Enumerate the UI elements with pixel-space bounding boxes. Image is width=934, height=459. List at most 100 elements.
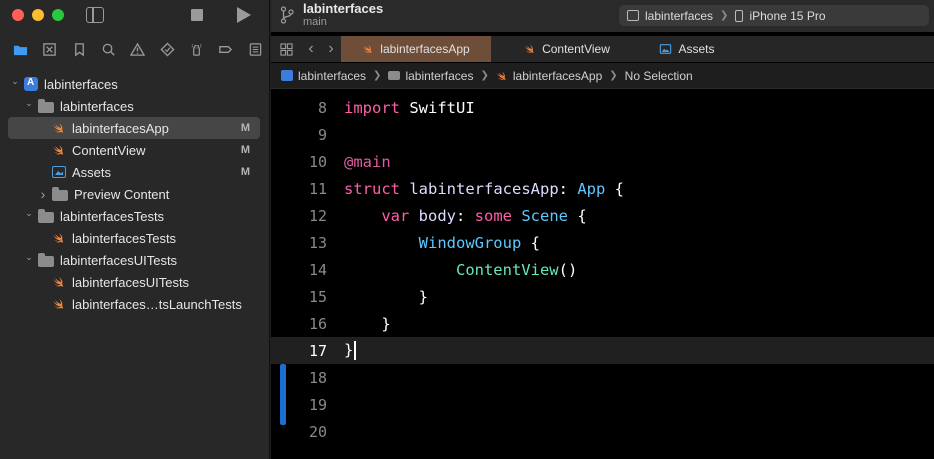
navigator-tab-bar — [0, 38, 270, 60]
swift-file-icon — [52, 143, 66, 157]
tree-item[interactable]: ⌄ labinterfaces — [0, 73, 270, 95]
line-number: 20 — [308, 422, 327, 441]
line-number: 8 — [317, 98, 327, 117]
source-control-status-badge: M — [240, 166, 250, 178]
breadcrumb-file[interactable]: labinterfacesApp — [513, 69, 602, 83]
sidebar-toggle-icon[interactable] — [86, 7, 104, 23]
debug-navigator-tab[interactable] — [182, 38, 211, 60]
tree-item-label: labinterfaces — [44, 76, 118, 92]
chevron-right-icon[interactable]: › — [38, 186, 48, 202]
tab-assets[interactable]: Assets — [643, 36, 731, 62]
window-titlebar-right: labinterfaces main labinterfaces ❯ iPhon… — [271, 0, 934, 32]
chevron-down-icon[interactable]: ⌄ — [24, 98, 34, 109]
code-line[interactable]: 18 — [271, 364, 934, 391]
magnifier-icon — [102, 43, 115, 56]
breadcrumb-group[interactable]: labinterfaces — [405, 69, 473, 83]
code-line[interactable]: 9 — [271, 121, 934, 148]
test-navigator-tab[interactable] — [153, 38, 182, 60]
chevron-down-icon[interactable]: ⌄ — [24, 208, 34, 219]
project-navigator-tab[interactable] — [6, 38, 35, 60]
tree-item[interactable]: labinterfacesUITests — [0, 271, 270, 293]
tree-item[interactable]: labinterfacesTests — [0, 227, 270, 249]
tree-item[interactable]: › Preview Content — [0, 183, 270, 205]
chevron-down-icon[interactable]: ⌄ — [24, 252, 34, 263]
find-navigator-tab[interactable] — [94, 38, 123, 60]
line-number: 12 — [308, 206, 327, 225]
tab-labinterfacesapp[interactable]: labinterfacesApp — [341, 36, 491, 62]
swift-file-icon — [524, 44, 534, 54]
code-line[interactable]: 12 var body: some Scene { — [271, 202, 934, 229]
tab-label: labinterfacesApp — [380, 42, 470, 56]
line-number: 17 — [308, 341, 327, 360]
code-line[interactable]: 10 @main — [271, 148, 934, 175]
tree-item[interactable]: ⌄ labinterfacesUITests — [0, 249, 270, 271]
window-branch-name[interactable]: main — [303, 16, 327, 28]
code-line[interactable]: 17} — [271, 337, 934, 364]
code-line[interactable]: 13 WindowGroup { — [271, 229, 934, 256]
tab-label: Assets — [678, 42, 715, 56]
source-control-navigator-tab[interactable] — [35, 38, 64, 60]
debug-spray-icon — [191, 43, 202, 56]
tree-item[interactable]: Assets M — [0, 161, 270, 183]
forward-arrow-icon[interactable]: › — [321, 40, 341, 58]
code-line[interactable]: 14 ContentView() — [271, 256, 934, 283]
tab-contentview[interactable]: ContentView — [491, 36, 643, 62]
breakpoint-navigator-tab[interactable] — [211, 38, 240, 60]
code-line[interactable]: 8 import SwiftUI — [271, 94, 934, 121]
breadcrumb-project[interactable]: labinterfaces — [298, 69, 366, 83]
minimize-window-button[interactable] — [32, 9, 44, 21]
folder-icon — [14, 45, 28, 55]
code-editor[interactable]: 8 import SwiftUI 9 10 @main 11 struct labinter… — [271, 94, 934, 445]
project-icon — [24, 77, 38, 91]
report-navigator-tab[interactable] — [241, 38, 270, 60]
tree-item[interactable]: ⌄ labinterfaces — [0, 95, 270, 117]
code-line[interactable]: 11 struct labinterfacesApp: App { — [271, 175, 934, 202]
tree-item-label: labinterfaces…tsLaunchTests — [72, 296, 242, 312]
code-text: struct labinterfacesApp: App { — [344, 179, 624, 198]
close-window-button[interactable] — [12, 9, 24, 21]
tree-item-label: labinterfacesTests — [72, 230, 177, 246]
tree-item-label: labinterfacesUITests — [72, 274, 190, 290]
back-arrow-icon[interactable]: ‹ — [301, 40, 321, 58]
swift-file-icon — [52, 275, 66, 289]
code-text: } — [344, 314, 391, 333]
tree-item[interactable]: ContentView M — [0, 139, 270, 161]
swift-file-icon — [52, 297, 66, 311]
line-number: 18 — [308, 368, 327, 387]
bookmark-navigator-tab[interactable] — [65, 38, 94, 60]
line-number: 9 — [317, 125, 327, 144]
swift-file-icon — [52, 121, 66, 135]
zoom-window-button[interactable] — [52, 9, 64, 21]
code-line[interactable]: 20 — [271, 418, 934, 445]
asset-catalog-icon — [660, 44, 672, 54]
scheme-label: labinterfaces — [645, 8, 714, 23]
jump-bar-breadcrumb: labinterfaces ❯ labinterfaces ❯ labinter… — [271, 63, 934, 89]
warning-icon — [130, 42, 146, 56]
code-text: ContentView() — [455, 260, 578, 279]
issue-navigator-tab[interactable] — [123, 38, 152, 60]
window-project-title[interactable]: labinterfaces — [303, 1, 383, 16]
tab-label: ContentView — [542, 42, 610, 56]
folder-icon — [388, 71, 401, 80]
asset-catalog-icon — [52, 166, 66, 178]
chevron-down-icon[interactable]: ⌄ — [10, 76, 20, 87]
tree-item[interactable]: labinterfaces…tsLaunchTests — [0, 293, 270, 315]
navigator-sidebar: ⌄ labinterfaces ⌄ labinterfaces labinterface… — [0, 0, 270, 459]
tree-item-label: Assets — [72, 164, 112, 180]
tree-item[interactable]: ⌄ labinterfacesTests — [0, 205, 270, 227]
code-text: } — [344, 341, 356, 360]
stop-icon[interactable] — [191, 9, 203, 21]
code-text: WindowGroup { — [418, 233, 540, 252]
related-items-grid-icon[interactable] — [271, 36, 301, 62]
scheme-destination-selector[interactable]: labinterfaces ❯ iPhone 15 Pro — [619, 5, 929, 26]
source-control-status-badge: M — [240, 122, 250, 134]
run-play-icon[interactable] — [237, 7, 251, 23]
code-line[interactable]: 19 — [271, 391, 934, 418]
folder-icon — [38, 98, 54, 113]
code-line[interactable]: 16 } — [271, 310, 934, 337]
tree-item-label: ContentView — [72, 142, 146, 158]
swift-file-icon — [363, 44, 372, 54]
tree-item[interactable]: labinterfacesApp M — [8, 117, 260, 139]
code-line[interactable]: 15 } — [271, 283, 934, 310]
breadcrumb-selection[interactable]: No Selection — [625, 69, 693, 83]
